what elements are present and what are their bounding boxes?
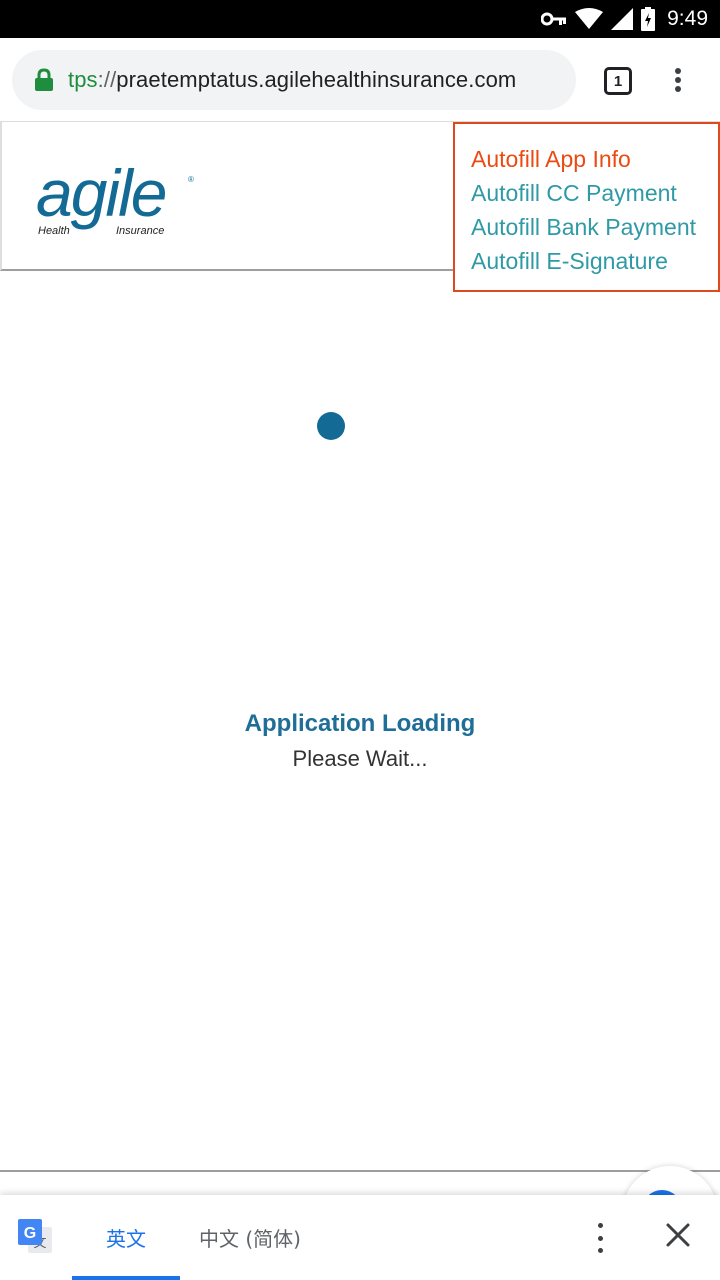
browser-toolbar: tps://praetemptatus.agilehealthinsurance… <box>0 38 720 122</box>
svg-text:®: ® <box>188 175 194 184</box>
close-icon[interactable] <box>664 1221 692 1249</box>
loading-spinner <box>317 412 345 440</box>
logo-sub-left: Health <box>38 225 70 237</box>
google-translate-icon: 文 G <box>18 1219 52 1253</box>
autofill-e-signature-link[interactable]: Autofill E-Signature <box>471 244 718 278</box>
autofill-panel: Autofill App Info Autofill CC Payment Au… <box>453 122 720 292</box>
translate-menu-icon[interactable] <box>594 1223 606 1253</box>
status-icons: 9:49 <box>541 0 708 38</box>
svg-text:G: G <box>24 1225 36 1242</box>
browser-menu-icon[interactable] <box>664 64 692 96</box>
translate-bar: 文 G 英文 中文 (简体) <box>0 1195 720 1280</box>
signal-icon <box>611 8 634 30</box>
status-time: 9:49 <box>667 7 708 30</box>
vpn-key-icon <box>541 12 567 26</box>
autofill-app-info-link[interactable]: Autofill App Info <box>471 142 718 176</box>
loading-title: Application Loading <box>244 710 476 737</box>
agile-health-insurance-logo[interactable]: agile ® Health Insurance <box>36 158 206 238</box>
status-bar: 9:49 <box>0 0 720 38</box>
address-bar[interactable]: tps://praetemptatus.agilehealthinsurance… <box>12 50 576 110</box>
content-divider <box>0 1170 720 1172</box>
logo-word: agile <box>36 158 166 230</box>
url-separator: :// <box>97 67 117 92</box>
wifi-icon <box>575 8 604 29</box>
logo-sub-right: Insurance <box>116 225 164 237</box>
tab-switcher-button[interactable]: 1 <box>604 67 632 95</box>
loading-subtitle: Please Wait... <box>292 746 428 771</box>
url-host: praetemptatus.agilehealthinsurance.com <box>116 67 517 92</box>
autofill-cc-payment-link[interactable]: Autofill CC Payment <box>471 176 718 210</box>
tab-source-language[interactable]: 英文 <box>72 1195 180 1280</box>
lock-icon <box>35 68 53 91</box>
url-scheme: tps <box>68 67 98 92</box>
tab-target-language[interactable]: 中文 (简体) <box>190 1195 310 1280</box>
battery-charging-icon <box>641 7 656 31</box>
url-text: tps://praetemptatus.agilehealthinsurance… <box>68 67 516 93</box>
autofill-bank-payment-link[interactable]: Autofill Bank Payment <box>471 210 718 244</box>
